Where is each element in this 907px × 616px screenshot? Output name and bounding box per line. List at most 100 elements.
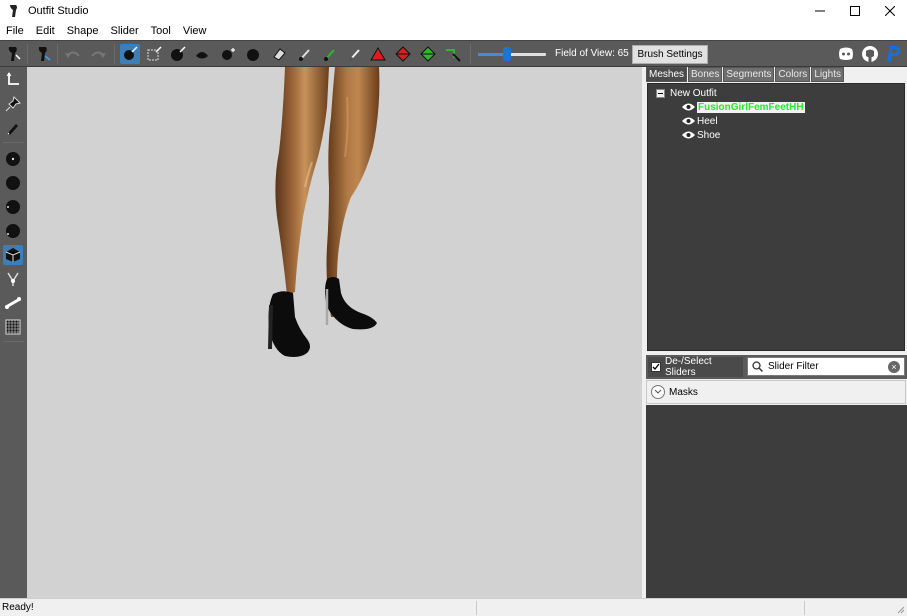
tab-bones[interactable]: Bones [688, 67, 723, 82]
chevron-down-icon[interactable] [651, 385, 665, 399]
status-text: Ready! [2, 602, 34, 613]
clear-filter-icon[interactable]: × [888, 361, 900, 373]
tab-lights[interactable]: Lights [811, 67, 844, 82]
inflate-brush-button[interactable] [168, 44, 188, 64]
flip-edge-icon [395, 46, 411, 62]
brush-size-small-button[interactable] [3, 149, 23, 169]
color-brush-button[interactable] [320, 44, 340, 64]
menu-tool[interactable]: Tool [145, 22, 177, 40]
alpha-brush-icon [349, 49, 360, 61]
redo-button[interactable] [88, 44, 108, 64]
deselect-sliders-checkbox[interactable] [651, 362, 661, 372]
menu-file[interactable]: File [0, 22, 30, 40]
field-of-view-slider[interactable] [478, 47, 546, 61]
slider-filter-placeholder: Slider Filter [768, 361, 819, 372]
bones-button[interactable] [3, 269, 23, 289]
bone-connect-button[interactable] [3, 293, 23, 313]
menu-bar: File Edit Shape Slider Tool View [0, 22, 907, 40]
transform-button[interactable] [443, 44, 463, 64]
flip-edge-button[interactable] [393, 44, 413, 64]
outfit-button[interactable] [3, 44, 23, 64]
alpha-brush-button[interactable] [345, 44, 365, 64]
erase-brush-icon [273, 48, 286, 61]
github-button[interactable] [860, 44, 880, 64]
masks-label: Masks [669, 386, 698, 398]
weight-brush-icon [299, 49, 310, 61]
slider-thumb[interactable] [503, 47, 511, 61]
right-panel: Meshes Bones Segments Colors Lights New … [646, 67, 907, 598]
deselect-sliders-toggle[interactable]: De-/Select Sliders [648, 356, 743, 378]
3d-viewport[interactable] [27, 67, 642, 598]
erase-brush-button[interactable] [269, 44, 289, 64]
undo-button[interactable] [63, 44, 83, 64]
collapse-vertex-button[interactable] [368, 44, 388, 64]
pin-tool-button[interactable] [3, 94, 23, 114]
tree-root-label: New Outfit [670, 87, 717, 99]
minimize-icon [814, 10, 825, 12]
visibility-eye-icon[interactable] [682, 130, 695, 140]
brush-xlarge-icon [6, 224, 20, 238]
pencil-tool-icon [7, 124, 18, 135]
mesh-tree: New Outfit FusionGirlFemFeetHH Heel Shoe [647, 83, 905, 351]
select-tool-button[interactable] [3, 69, 23, 89]
visibility-eye-icon[interactable] [682, 102, 695, 112]
mask-brush-button[interactable] [144, 44, 164, 64]
mesh-label: Shoe [697, 129, 721, 141]
outfit-icon [8, 47, 21, 61]
pencil-tool-button[interactable] [3, 118, 23, 138]
visibility-eye-icon[interactable] [682, 116, 695, 126]
close-button[interactable] [872, 0, 907, 22]
redo-icon [91, 51, 106, 58]
minimize-button[interactable] [802, 0, 837, 22]
move-brush-button[interactable] [218, 44, 238, 64]
split-edge-button[interactable] [418, 44, 438, 64]
grid-icon [5, 319, 21, 335]
smooth-brush-button[interactable] [243, 44, 263, 64]
deflate-brush-icon [196, 52, 208, 59]
discord-button[interactable] [836, 44, 856, 64]
brush-large-icon [6, 200, 20, 214]
split-edge-icon [420, 46, 436, 62]
cube-view-button[interactable] [3, 245, 23, 265]
checkmark-icon [652, 363, 660, 370]
discord-icon [839, 47, 853, 60]
tab-segments[interactable]: Segments [723, 67, 775, 82]
menu-edit[interactable]: Edit [30, 22, 61, 40]
menu-view[interactable]: View [177, 22, 213, 40]
pin-tool-icon [5, 96, 21, 112]
tree-root-row[interactable]: New Outfit [656, 86, 717, 100]
select-brush-button[interactable] [120, 44, 140, 64]
brush-size-large-button[interactable] [3, 197, 23, 217]
menu-slider[interactable]: Slider [105, 22, 145, 40]
reference-icon [38, 47, 51, 61]
slider-header: De-/Select Sliders Slider Filter × [646, 355, 907, 379]
mesh-row[interactable]: FusionGirlFemFeetHH [682, 100, 805, 114]
menu-shape[interactable]: Shape [61, 22, 105, 40]
bone-connect-icon [5, 297, 21, 309]
color-brush-icon [324, 49, 335, 61]
mesh-label-selected: FusionGirlFemFeetHH [697, 101, 805, 113]
cube-view-icon [5, 248, 21, 262]
mesh-row[interactable]: Heel [682, 114, 718, 128]
slider-filter-input[interactable]: Slider Filter × [747, 357, 905, 376]
grid-button[interactable] [3, 317, 23, 337]
paypal-button[interactable] [884, 44, 904, 64]
collapse-icon[interactable] [656, 88, 665, 98]
brush-size-xlarge-button[interactable] [3, 221, 23, 241]
select-brush-icon [124, 46, 138, 60]
tab-meshes[interactable]: Meshes [646, 67, 688, 82]
mesh-row[interactable]: Shoe [682, 128, 720, 142]
masks-section[interactable]: Masks [646, 380, 906, 404]
weight-brush-button[interactable] [295, 44, 315, 64]
tab-colors[interactable]: Colors [775, 67, 811, 82]
mask-brush-icon [147, 46, 162, 61]
bones-icon [7, 272, 19, 286]
deflate-brush-button[interactable] [192, 44, 212, 64]
main-toolbar: Field of View: 65 Brush Settings [0, 40, 907, 67]
reference-button[interactable] [33, 44, 53, 64]
resize-grip-icon[interactable] [897, 606, 905, 614]
title-bar: Outfit Studio [0, 0, 907, 22]
brush-settings-button[interactable]: Brush Settings [632, 45, 708, 64]
brush-size-medium-button[interactable] [3, 173, 23, 193]
maximize-button[interactable] [837, 0, 872, 22]
